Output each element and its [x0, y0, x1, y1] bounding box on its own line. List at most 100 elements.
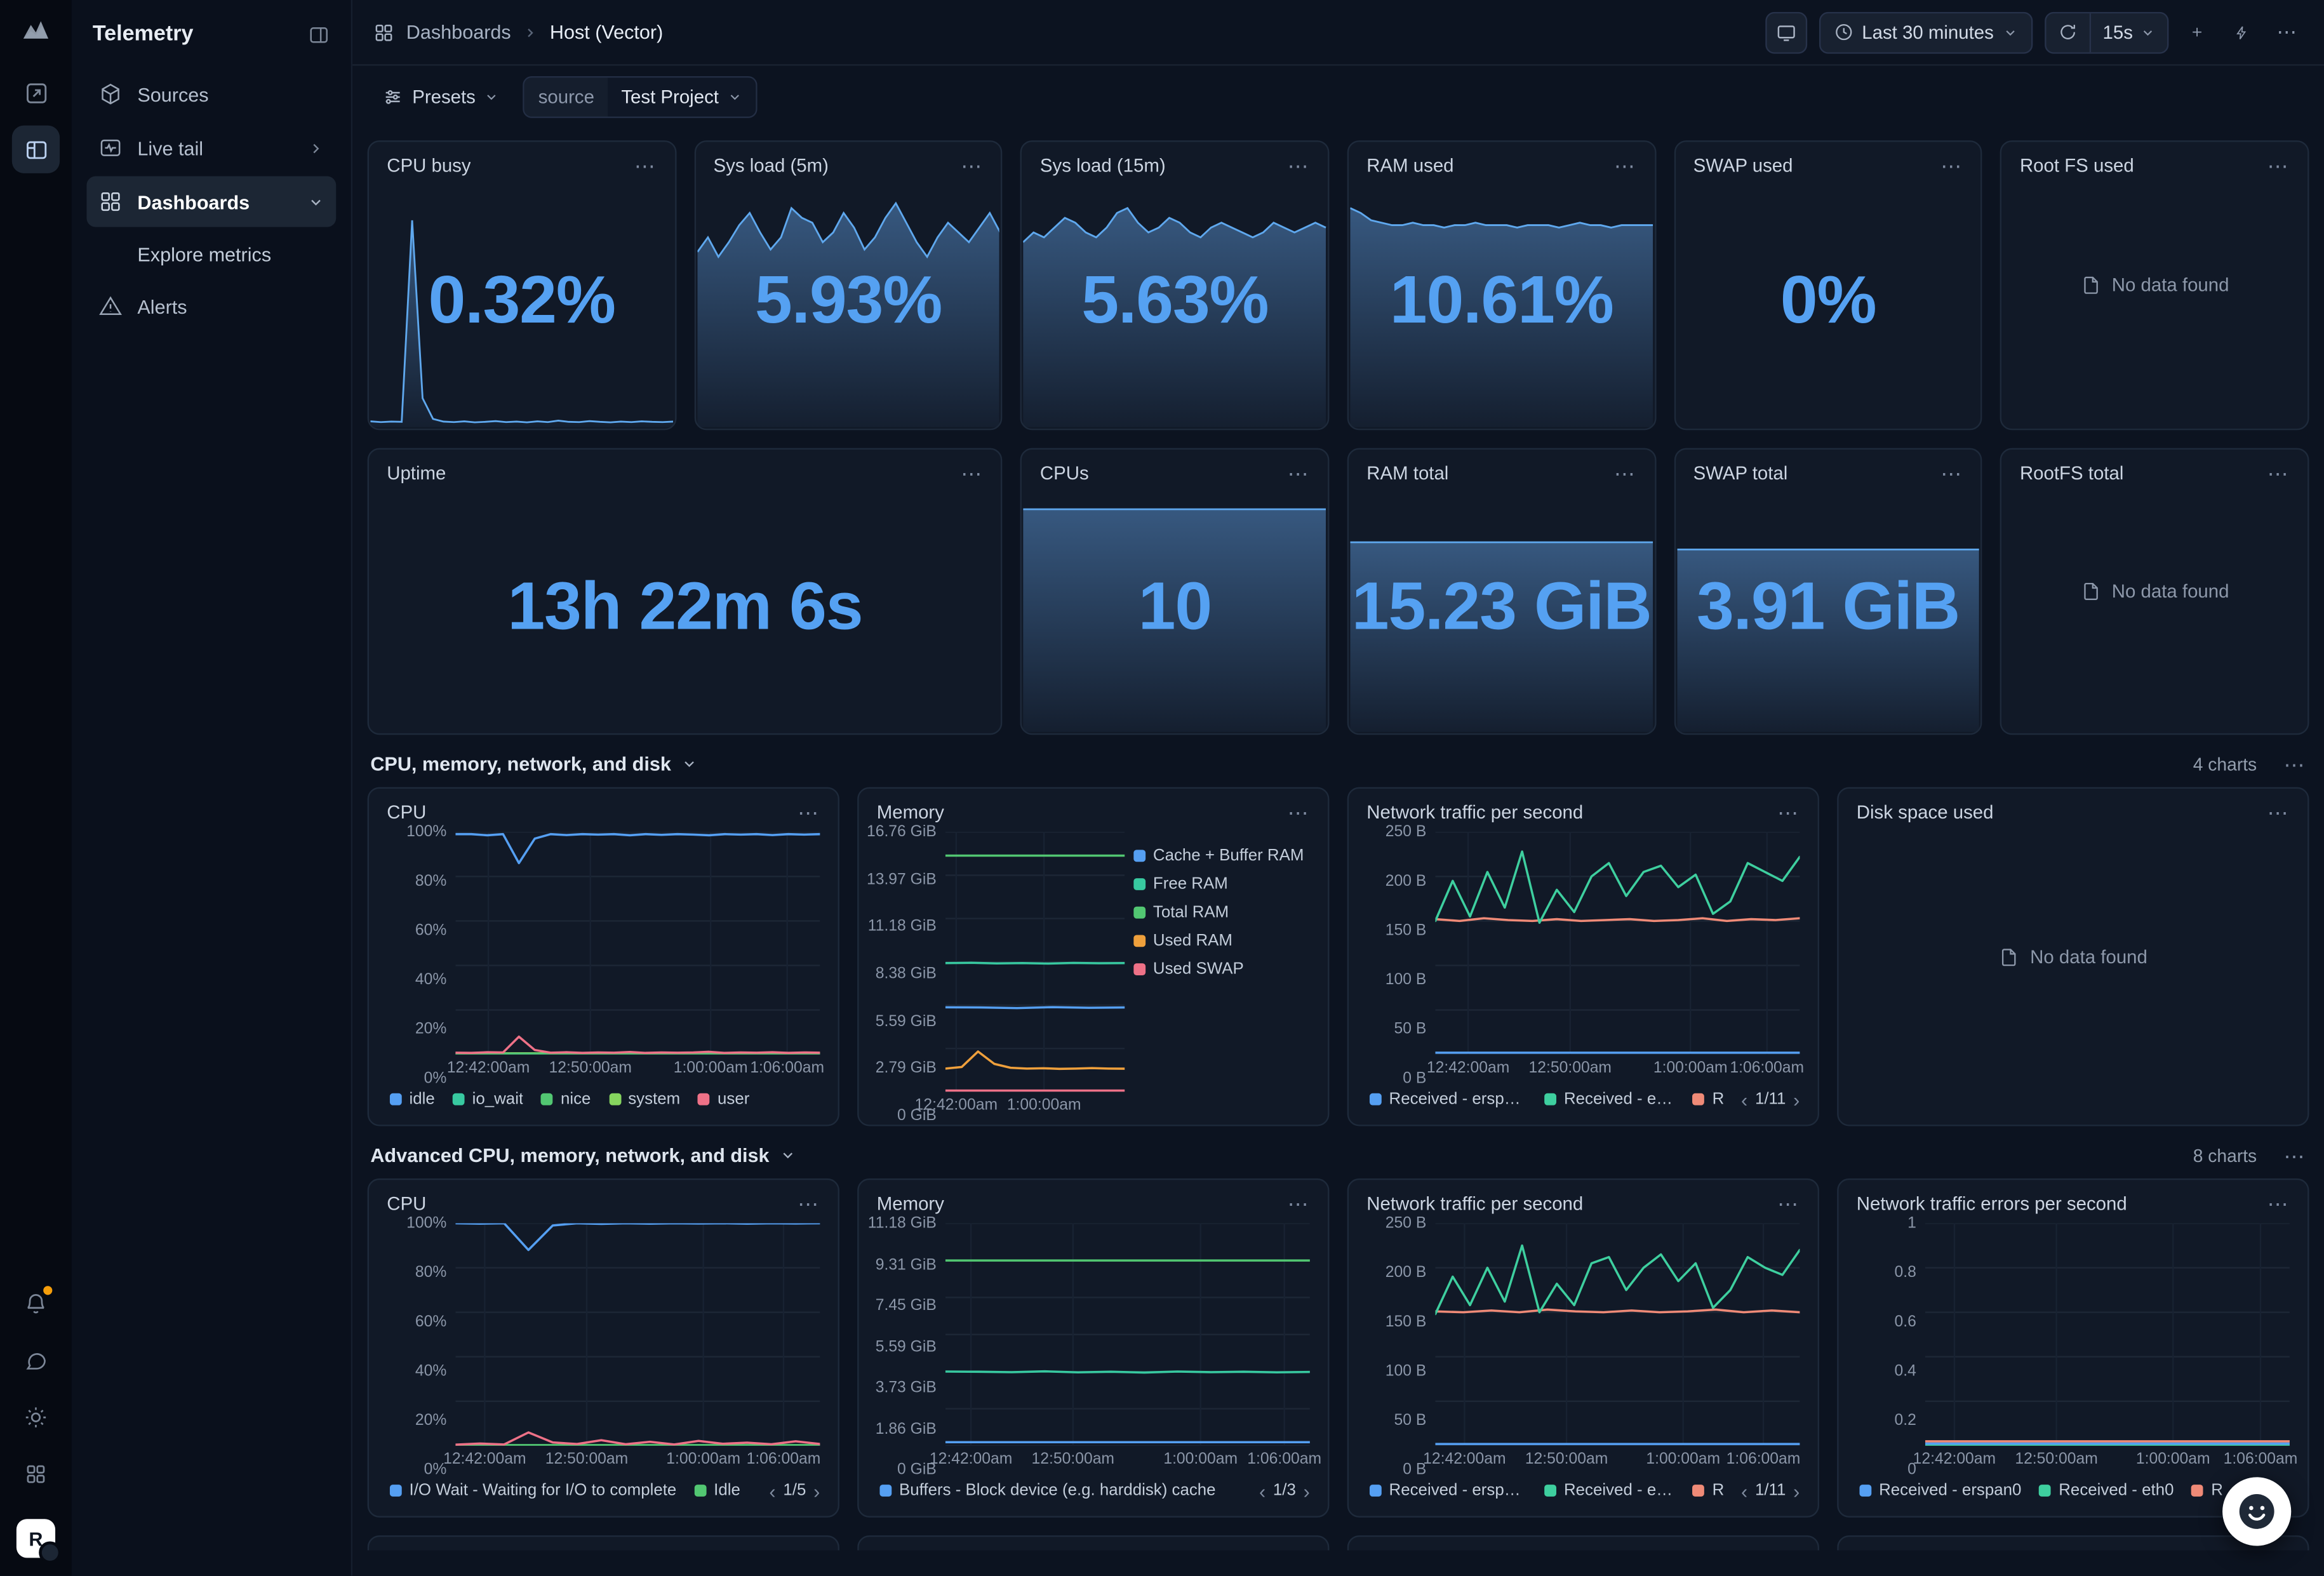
panel-menu-button[interactable]: ⋯	[1288, 463, 1310, 484]
panel-menu-button[interactable]: ⋯	[1777, 1193, 1800, 1214]
more-button[interactable]: ⋯	[2270, 11, 2303, 53]
chart-legend: idle io_wait nice system user	[387, 1078, 820, 1116]
theme-icon[interactable]	[12, 1394, 60, 1441]
chart-canvas[interactable]	[945, 1223, 1310, 1445]
legend-item[interactable]: Used SWAP	[1133, 960, 1243, 978]
source-select[interactable]: source Test Project	[523, 76, 758, 118]
document-icon	[1999, 946, 2020, 967]
sidebar-item-explore-metrics[interactable]: Explore metrics	[86, 230, 336, 277]
breadcrumb-root[interactable]: Dashboards	[406, 21, 511, 43]
legend-pagination[interactable]: ‹1/11›	[1741, 1090, 1800, 1109]
legend-item[interactable]: user	[698, 1090, 749, 1108]
panel-menu-button[interactable]: ⋯	[1940, 156, 1963, 177]
chart-canvas[interactable]	[1925, 1223, 2290, 1445]
chat-widget-button[interactable]	[2222, 1477, 2291, 1546]
legend-item[interactable]: Received - eth0	[2040, 1481, 2174, 1499]
time-range-button[interactable]: Last 30 minutes	[1819, 11, 2033, 53]
legend-item[interactable]: R	[1693, 1481, 1723, 1499]
x-tick: 12:50:00am	[545, 1450, 628, 1468]
legend-pagination[interactable]: ‹1/5›	[769, 1481, 820, 1500]
panel-menu-button[interactable]: ⋯	[1288, 1193, 1310, 1214]
legend-item[interactable]: idle	[390, 1090, 435, 1108]
legend-item[interactable]: io_wait	[453, 1090, 523, 1108]
panel-menu-button[interactable]: ⋯	[961, 463, 983, 484]
section-menu-button[interactable]: ⋯	[2284, 1145, 2306, 1166]
panel-menu-button[interactable]: ⋯	[1288, 156, 1310, 177]
refresh-interval-button[interactable]: 15s	[2091, 13, 2167, 51]
panel-menu-button[interactable]: ⋯	[2267, 1193, 2290, 1214]
panel-menu-button[interactable]: ⋯	[634, 156, 657, 177]
section-menu-button[interactable]: ⋯	[2284, 754, 2306, 775]
analytics-logo-icon[interactable]	[21, 15, 51, 45]
chart-canvas[interactable]	[455, 832, 820, 1054]
chart-canvas[interactable]	[455, 1223, 820, 1445]
legend-item[interactable]: R	[2192, 1481, 2223, 1499]
charts-row-partial	[368, 1535, 2309, 1551]
chart-panel-disk-space: Disk space used⋯ No data found	[1837, 787, 2309, 1126]
legend-item[interactable]: Free RAM	[1133, 875, 1227, 893]
chevron-down-icon	[484, 90, 500, 105]
sidebar-item-dashboards[interactable]: Dashboards	[86, 177, 336, 227]
section-title[interactable]: CPU, memory, network, and disk	[370, 753, 698, 775]
legend-item[interactable]: Received - eth0	[1544, 1090, 1674, 1108]
panel-menu-button[interactable]: ⋯	[798, 802, 820, 823]
workspace-avatar[interactable]: R	[17, 1519, 55, 1558]
legend-item[interactable]: Received - eth0	[1544, 1481, 1674, 1499]
quick-actions-button[interactable]	[2226, 11, 2259, 53]
panel-menu-button[interactable]: ⋯	[1777, 802, 1800, 823]
stat-panel-rootfs-total: RootFS total⋯ No data found	[2000, 448, 2309, 735]
legend-item[interactable]: Cache + Buffer RAM	[1133, 847, 1304, 865]
panel-menu-button[interactable]: ⋯	[1288, 802, 1310, 823]
refresh-button[interactable]	[2046, 13, 2089, 51]
legend-item[interactable]: I/O Wait - Waiting for I/O to complete	[390, 1481, 676, 1499]
legend-item[interactable]: Used RAM	[1133, 932, 1232, 950]
panel-menu-button[interactable]: ⋯	[798, 1193, 820, 1214]
presets-button[interactable]: Presets	[373, 77, 509, 116]
legend-pagination[interactable]: ‹1/11›	[1741, 1481, 1800, 1500]
launch-icon[interactable]	[12, 69, 60, 116]
y-tick: 100%	[406, 824, 446, 839]
panel-menu-button[interactable]: ⋯	[961, 156, 983, 177]
stat-value: 3.91 GiB	[1675, 567, 1980, 644]
sidebar-nav: Sources Live tail Dashboards Explore met…	[86, 69, 336, 335]
alert-triangle-icon	[98, 294, 123, 318]
legend-item[interactable]: Buffers - Block device (e.g. harddisk) c…	[879, 1481, 1215, 1499]
x-tick: 1:00:00am	[1653, 1059, 1728, 1077]
y-axis: 100%80%60%40%20%0%	[387, 1223, 455, 1469]
chart-canvas[interactable]	[945, 832, 1125, 1092]
chart-canvas[interactable]	[1435, 832, 1800, 1054]
sidebar-item-live-tail[interactable]: Live tail	[86, 123, 336, 173]
sidebar-item-alerts[interactable]: Alerts	[86, 281, 336, 331]
chat-icon[interactable]	[12, 1337, 60, 1384]
panel-menu-button[interactable]: ⋯	[2267, 156, 2290, 177]
panel-title: Uptime	[387, 463, 446, 484]
legend-pagination[interactable]: ‹1/3›	[1259, 1481, 1310, 1500]
panel-menu-button[interactable]: ⋯	[1940, 463, 1963, 484]
sidebar-item-sources[interactable]: Sources	[86, 69, 336, 119]
add-panel-button[interactable]	[2180, 11, 2214, 53]
legend-item[interactable]: system	[609, 1090, 681, 1108]
stat-value: 5.93%	[695, 261, 1001, 338]
panel-menu-button[interactable]: ⋯	[2267, 463, 2290, 484]
chart-panel-network-traffic-advanced: Network traffic per second⋯ 250 B200 B15…	[1347, 1179, 1819, 1518]
collapse-sidebar-icon[interactable]	[308, 23, 330, 45]
y-tick: 7.45 GiB	[876, 1298, 937, 1313]
apps-icon[interactable]	[12, 1450, 60, 1498]
panel-menu-button[interactable]: ⋯	[1614, 463, 1636, 484]
panel-menu-button[interactable]: ⋯	[1614, 156, 1636, 177]
legend-item[interactable]: Received - erspan0	[1859, 1481, 2021, 1499]
chart-canvas[interactable]	[1435, 1223, 1800, 1445]
legend-item[interactable]: Idle	[695, 1481, 740, 1499]
app-rail: R	[0, 0, 72, 1576]
legend-item[interactable]: R	[1693, 1090, 1723, 1108]
x-tick: 1:06:00am	[2224, 1450, 2298, 1468]
kiosk-mode-button[interactable]	[1765, 11, 1806, 53]
legend-item[interactable]: nice	[541, 1090, 591, 1108]
panel-menu-button[interactable]: ⋯	[2267, 802, 2290, 823]
section-title[interactable]: Advanced CPU, memory, network, and disk	[370, 1144, 796, 1166]
legend-item[interactable]: Received - erspan0	[1370, 1090, 1526, 1108]
legend-item[interactable]: Received - erspan0	[1370, 1481, 1526, 1499]
bell-icon[interactable]	[12, 1280, 60, 1328]
legend-item[interactable]: Total RAM	[1133, 904, 1229, 921]
telemetry-app-icon[interactable]	[12, 126, 60, 173]
